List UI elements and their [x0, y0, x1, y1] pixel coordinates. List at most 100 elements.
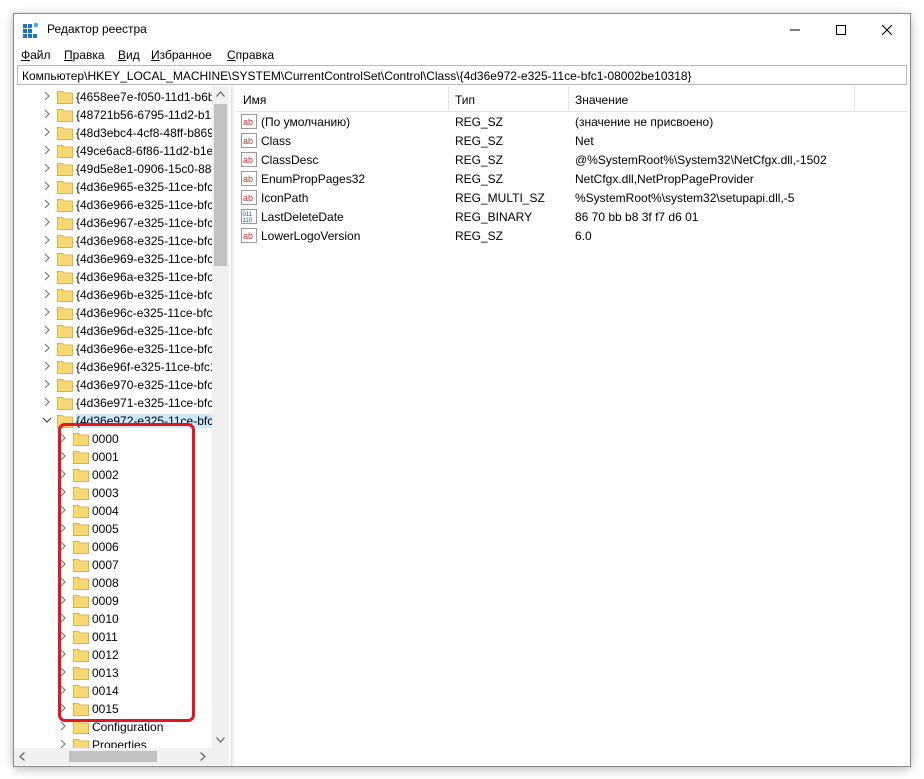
value-type: REG_SZ — [455, 115, 504, 129]
menu-help[interactable]: Справка — [227, 48, 274, 62]
tree-item[interactable]: {49d5e8e1-0906-15c0-8846 — [14, 160, 225, 178]
value-row[interactable]: 011 110 LastDeleteDate REG_BINARY 86 70 bb b… — [236, 207, 908, 226]
tree-item[interactable]: {4d36e966-e325-11ce-bfc1 — [14, 196, 220, 214]
tree-item[interactable]: {4d36e968-e325-11ce-bfc1 — [14, 232, 220, 250]
value-row[interactable]: ab IconPath REG_MULTI_SZ %SystemRoot%\syste… — [236, 188, 908, 207]
column-header-type[interactable]: Тип — [455, 93, 475, 107]
tree-vertical-scrollbar[interactable] — [212, 86, 229, 748]
value-row[interactable]: ab LowerLogoVersion REG_SZ 6.0 — [236, 226, 908, 245]
tree-item-label: {49d5e8e1-0906-15c0-8846 — [76, 162, 225, 176]
value-row[interactable]: ab EnumPropPages32 REG_SZ NetCfgx.dll,NetPr… — [236, 169, 908, 188]
expand-chevron-icon[interactable] — [42, 325, 52, 335]
column-header-value[interactable]: Значение — [575, 93, 628, 107]
value-name: Class — [261, 134, 292, 148]
folder-icon — [57, 307, 73, 320]
tree-item-label: {4d36e967-e325-11ce-bfc1 — [76, 216, 220, 230]
maximize-icon — [836, 24, 846, 35]
expand-chevron-icon[interactable] — [42, 271, 52, 281]
string-value-icon: ab — [241, 114, 257, 129]
folder-icon — [57, 199, 73, 212]
expand-chevron-icon[interactable] — [42, 289, 52, 299]
expand-chevron-icon[interactable] — [42, 379, 52, 389]
value-row[interactable]: ab Class REG_SZ Net — [236, 131, 908, 150]
menu-view[interactable]: Вид — [118, 48, 140, 62]
tree-item[interactable]: {4d36e971-e325-11ce-bfc1 — [14, 394, 220, 412]
tree-item-label: {4d36e966-e325-11ce-bfc1 — [76, 198, 220, 212]
tree-item[interactable]: {4d36e96f-e325-11ce-bfc1 — [14, 358, 217, 376]
tree-horizontal-scroll-thumb[interactable] — [69, 751, 157, 762]
tree-item-label: {4d36e96f-e325-11ce-bfc1 — [76, 360, 217, 374]
column-divider[interactable] — [854, 86, 855, 111]
tree-item[interactable]: {48d3ebc4-4cf8-48ff-b869 — [14, 124, 214, 142]
scroll-down-icon[interactable] — [216, 737, 225, 743]
value-row[interactable]: ab (По умолчанию) REG_SZ (значение не присв… — [236, 112, 908, 131]
tree-item-label: {48721b56-6795-11d2-b1a8 — [76, 108, 225, 122]
address-path[interactable]: Компьютер\HKEY_LOCAL_MACHINE\SYSTEM\Curr… — [22, 69, 692, 83]
value-type: REG_SZ — [455, 153, 504, 167]
tree-item[interactable]: {4d36e96d-e325-11ce-bfc1 — [14, 322, 220, 340]
values-list[interactable]: Имя Тип Значение ab (По умолчанию) REG_SZ (… — [236, 86, 908, 766]
value-type: REG_SZ — [455, 134, 504, 148]
menu-edit[interactable]: Правка — [64, 48, 105, 62]
svg-text:110: 110 — [243, 218, 253, 224]
svg-text:ab: ab — [243, 136, 253, 146]
tree-item[interactable]: {4d36e965-e325-11ce-bfc1 — [14, 178, 220, 196]
tree-item[interactable]: {49ce6ac8-6f86-11d2-b1e5 — [14, 142, 220, 160]
column-divider[interactable] — [448, 86, 449, 111]
close-button[interactable] — [864, 14, 910, 45]
column-divider[interactable] — [568, 86, 569, 111]
tree-item[interactable]: {4d36e969-e325-11ce-bfc1 — [14, 250, 220, 268]
tree-item[interactable]: {4d36e96a-e325-11ce-bfc1 — [14, 268, 220, 286]
minimize-button[interactable] — [772, 14, 818, 45]
tree-item-label: {4658ee7e-f050-11d1-b6bd — [76, 90, 222, 104]
tree-item[interactable]: {48721b56-6795-11d2-b1a8 — [14, 106, 225, 124]
tree-item[interactable]: {4d36e96c-e325-11ce-bfc1 — [14, 304, 219, 322]
tree-horizontal-scrollbar[interactable] — [14, 748, 229, 765]
expand-chevron-icon[interactable] — [42, 253, 52, 263]
value-data: NetCfgx.dll,NetPropPageProvider — [575, 172, 754, 186]
tree-item-label: {49ce6ac8-6f86-11d2-b1e5 — [76, 144, 220, 158]
expand-chevron-icon[interactable] — [42, 145, 52, 155]
string-value-icon: ab — [241, 171, 257, 186]
tree-item[interactable]: {4d36e96e-e325-11ce-bfc1 — [14, 340, 220, 358]
menu-favorites-mnemonic: И — [151, 48, 160, 62]
expand-chevron-icon[interactable] — [42, 307, 52, 317]
expand-chevron-icon[interactable] — [42, 163, 52, 173]
title-bar[interactable]: Редактор реестра — [14, 14, 910, 45]
scroll-right-icon[interactable] — [200, 752, 206, 761]
tree-item[interactable]: {4d36e970-e325-11ce-bfc1 — [14, 376, 220, 394]
expand-chevron-icon[interactable] — [42, 397, 52, 407]
folder-icon — [73, 721, 89, 734]
collapse-chevron-icon[interactable] — [42, 415, 52, 425]
scroll-up-icon[interactable] — [216, 91, 225, 97]
tree-item[interactable]: {4d36e967-e325-11ce-bfc1 — [14, 214, 220, 232]
value-row[interactable]: ab ClassDesc REG_SZ @%SystemRoot%\System32\… — [236, 150, 908, 169]
expand-chevron-icon[interactable] — [42, 235, 52, 245]
menu-file[interactable]: Файл — [21, 48, 51, 62]
column-header-name[interactable]: Имя — [243, 93, 266, 107]
folder-icon — [57, 181, 73, 194]
expand-chevron-icon[interactable] — [58, 721, 68, 731]
tree-vertical-scroll-thumb[interactable] — [214, 104, 227, 266]
expand-chevron-icon[interactable] — [42, 127, 52, 137]
expand-chevron-icon[interactable] — [42, 91, 52, 101]
expand-chevron-icon[interactable] — [42, 109, 52, 119]
tree-item[interactable]: {4658ee7e-f050-11d1-b6bd — [14, 88, 221, 106]
value-name: ClassDesc — [261, 153, 319, 167]
folder-icon — [57, 145, 73, 158]
expand-chevron-icon[interactable] — [42, 217, 52, 227]
expand-chevron-icon[interactable] — [42, 181, 52, 191]
address-bar[interactable]: Компьютер\HKEY_LOCAL_MACHINE\SYSTEM\Curr… — [17, 65, 907, 85]
maximize-button[interactable] — [818, 14, 864, 45]
folder-icon — [57, 109, 73, 122]
pane-splitter[interactable] — [231, 86, 234, 766]
tree-item[interactable]: {4d36e96b-e325-11ce-bfc1 — [14, 286, 220, 304]
list-header: Имя Тип Значение — [236, 86, 908, 112]
string-value-icon: ab — [241, 228, 257, 243]
expand-chevron-icon[interactable] — [42, 199, 52, 209]
tree-item-label: {4d36e969-e325-11ce-bfc1 — [76, 252, 220, 266]
expand-chevron-icon[interactable] — [42, 361, 52, 371]
menu-favorites[interactable]: Избранное — [151, 48, 212, 62]
expand-chevron-icon[interactable] — [42, 343, 52, 353]
scroll-left-icon[interactable] — [19, 752, 25, 761]
